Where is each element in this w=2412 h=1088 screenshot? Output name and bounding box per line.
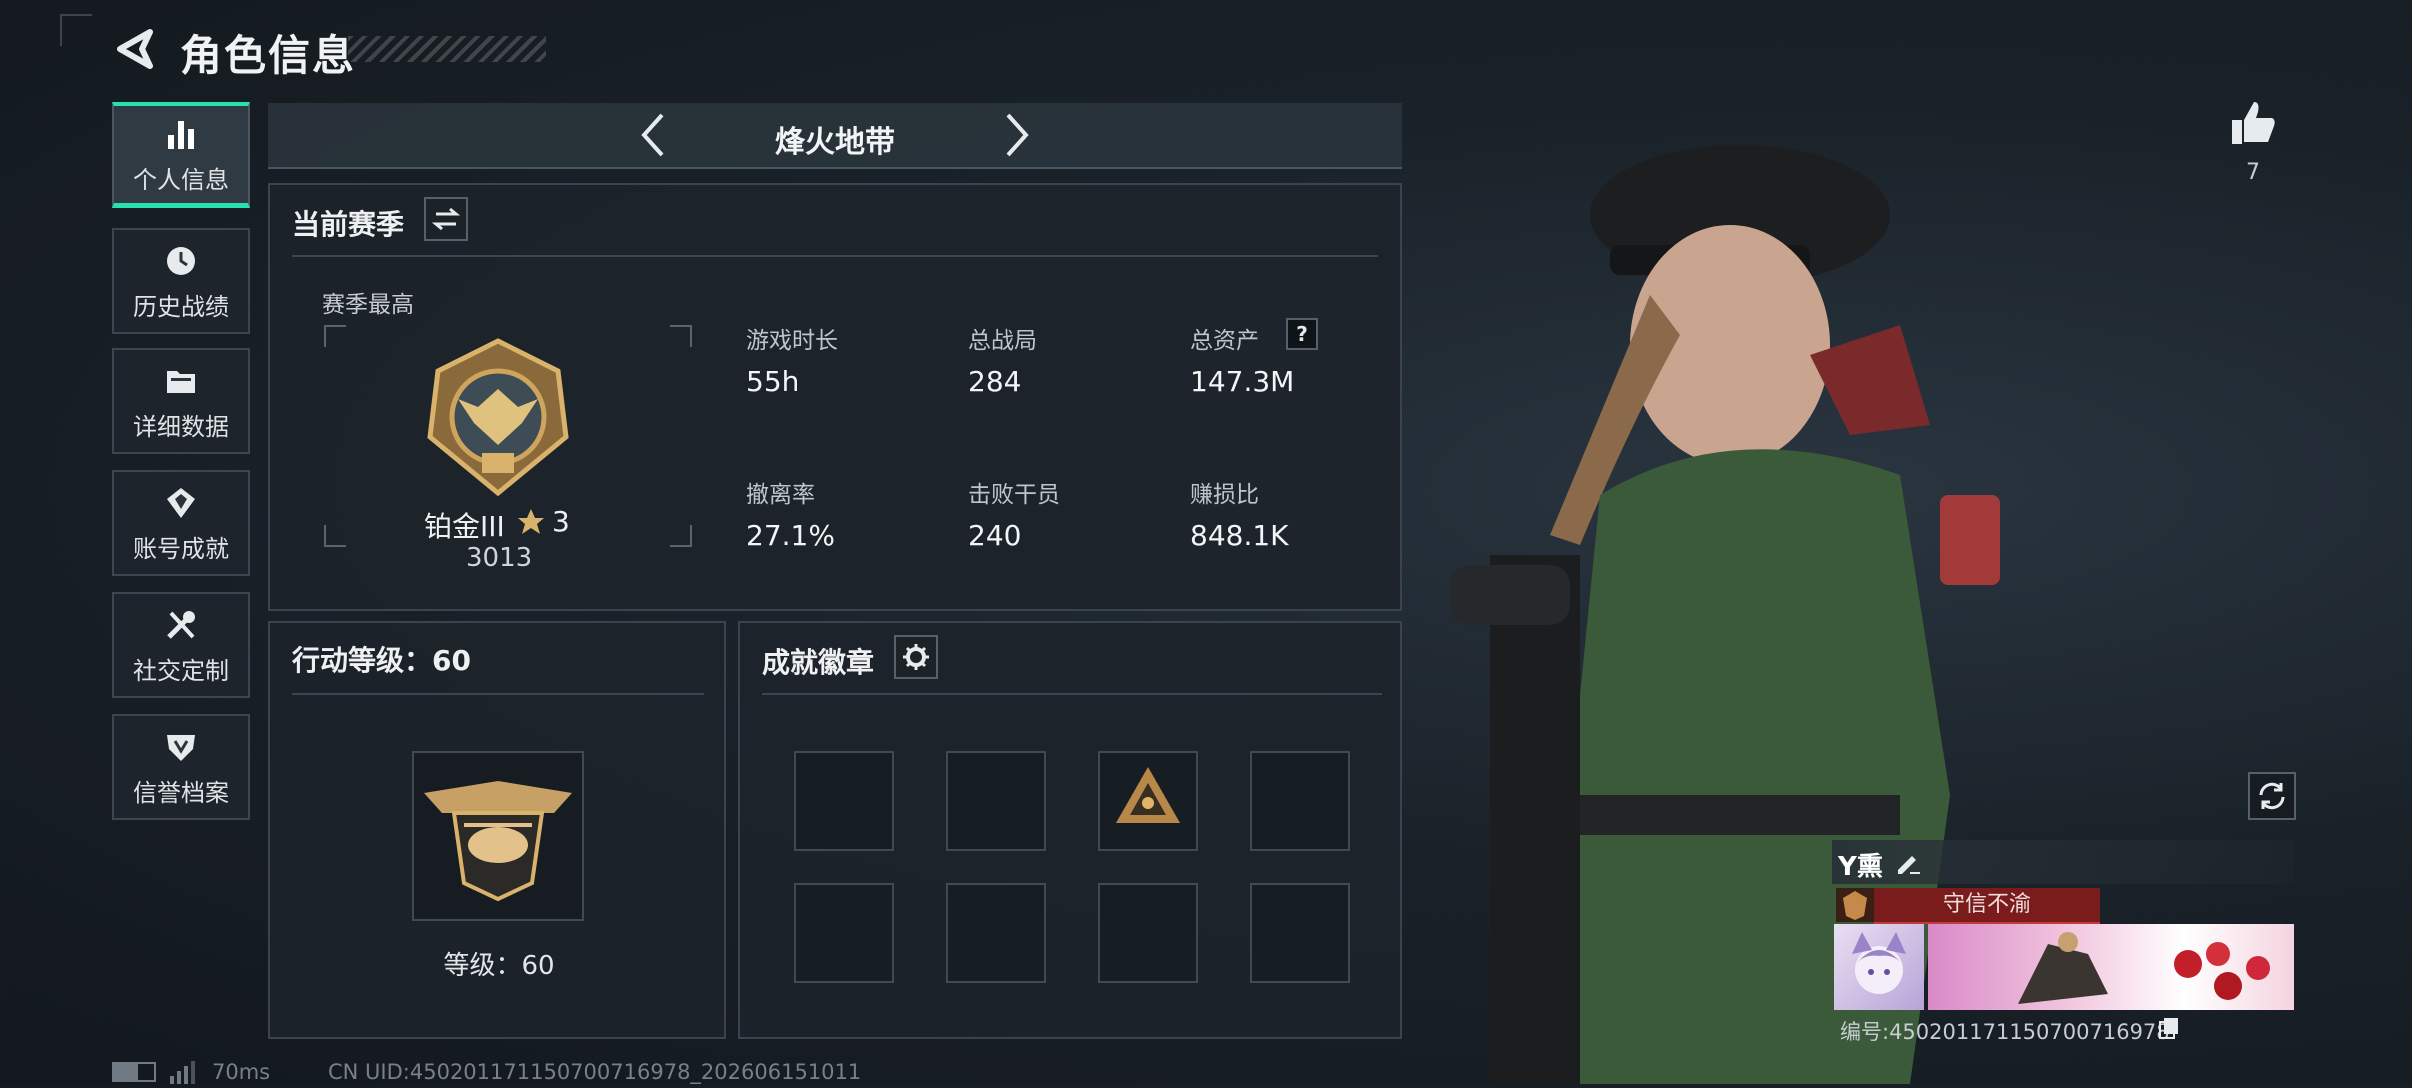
sidebar-item-label: 个人信息 bbox=[133, 166, 229, 194]
uid-text: CN UID:450201171150700716978_20260615101… bbox=[328, 1060, 862, 1084]
title-badge-icon bbox=[1836, 888, 1874, 922]
badge-slot[interactable] bbox=[794, 751, 894, 851]
rank-emblem bbox=[418, 337, 578, 497]
stat-label-profit-ratio: 赚损比 bbox=[1190, 482, 1259, 508]
achievement-badge-icon bbox=[1116, 767, 1180, 823]
sidebar-item-match-history[interactable]: 历史战绩 bbox=[112, 228, 250, 334]
season-best-label: 赛季最高 bbox=[322, 292, 414, 318]
signal-icon bbox=[168, 1060, 196, 1084]
divider bbox=[292, 255, 1378, 257]
badge-slot[interactable] bbox=[794, 883, 894, 983]
sidebar-item-reputation[interactable]: 信誉档案 bbox=[112, 714, 250, 820]
stat-label-total-assets: 总资产 bbox=[1190, 328, 1259, 354]
rank-name: 铂金III bbox=[424, 510, 505, 543]
bar-chart-icon bbox=[161, 114, 201, 154]
reputation-icon bbox=[161, 727, 201, 767]
stat-label-total-matches: 总战局 bbox=[968, 328, 1037, 354]
sidebar-item-label: 历史战绩 bbox=[133, 292, 229, 321]
copy-icon bbox=[2159, 1018, 2178, 1039]
divider bbox=[762, 693, 1382, 695]
frame-corner bbox=[324, 525, 346, 547]
mode-selector: 烽火地带 bbox=[268, 103, 1402, 169]
badge-slot[interactable] bbox=[1098, 751, 1198, 851]
back-button[interactable] bbox=[112, 26, 158, 72]
sidebar-item-detailed-data[interactable]: 详细数据 bbox=[112, 348, 250, 454]
sidebar-item-social-customize[interactable]: 社交定制 bbox=[112, 592, 250, 698]
stat-value-playtime: 55h bbox=[746, 365, 800, 398]
badge-slot[interactable] bbox=[946, 883, 1046, 983]
profile-card: Y熏 守信不渝 编号:450201171150700716978 bbox=[1832, 840, 2294, 1064]
copy-id-button[interactable] bbox=[2158, 1016, 2180, 1040]
avatar-image bbox=[1852, 932, 1906, 994]
star-icon bbox=[516, 507, 546, 537]
frame-corner bbox=[670, 525, 692, 547]
like-button[interactable] bbox=[2228, 98, 2278, 148]
page-title: 角色信息 bbox=[180, 31, 357, 80]
level-panel: 行动等级：60 等级：60 bbox=[268, 621, 726, 1039]
title-decoration bbox=[348, 36, 546, 62]
helicopter-emblem-icon bbox=[424, 781, 572, 902]
tools-icon bbox=[161, 605, 201, 645]
platinum-rank-icon bbox=[427, 338, 569, 497]
sidebar-item-label: 信誉档案 bbox=[133, 778, 229, 807]
next-mode-button[interactable] bbox=[992, 111, 1040, 159]
gear-icon bbox=[903, 644, 929, 670]
badge-slot[interactable] bbox=[1098, 883, 1198, 983]
thumbs-up-icon bbox=[2232, 102, 2275, 144]
stat-value-total-matches: 284 bbox=[968, 365, 1022, 398]
frame-corner bbox=[670, 325, 692, 347]
folder-icon bbox=[161, 361, 201, 401]
sidebar-item-label: 社交定制 bbox=[133, 656, 229, 685]
stat-label-kills: 击败干员 bbox=[968, 482, 1060, 508]
corner-decoration bbox=[60, 14, 92, 46]
chevron-right-icon bbox=[1006, 113, 1029, 157]
edit-name-button[interactable] bbox=[1894, 848, 1922, 876]
badge-slot[interactable] bbox=[946, 751, 1046, 851]
stat-value-kills: 240 bbox=[968, 519, 1022, 552]
refresh-icon bbox=[2259, 782, 2285, 810]
like-count: 7 bbox=[2246, 160, 2260, 185]
season-panel: 当前赛季 赛季最高 铂金III 3 3013 游戏时长 55h 总战局 284 … bbox=[268, 183, 1402, 611]
sidebar-item-personal-info[interactable]: 个人信息 bbox=[112, 102, 250, 208]
badge-slot[interactable] bbox=[1250, 883, 1350, 983]
sidebar-item-label: 详细数据 bbox=[133, 412, 229, 441]
season-title: 当前赛季 bbox=[292, 208, 405, 241]
stat-label-extract-rate: 撤离率 bbox=[746, 482, 815, 508]
mode-label: 烽火地带 bbox=[775, 125, 895, 160]
divider bbox=[292, 693, 704, 695]
back-arrow-icon bbox=[117, 29, 153, 69]
battery-icon bbox=[112, 1062, 156, 1082]
badges-panel: 成就徽章 bbox=[738, 621, 1402, 1039]
banner-artwork bbox=[2018, 932, 2270, 1004]
stat-label-playtime: 游戏时长 bbox=[746, 328, 838, 354]
help-icon[interactable]: ? bbox=[1286, 318, 1318, 350]
achievement-icon bbox=[161, 483, 201, 523]
swap-icon bbox=[432, 207, 460, 231]
badge-slot[interactable] bbox=[1250, 751, 1350, 851]
rank-score: 3013 bbox=[466, 543, 533, 573]
stat-value-total-assets: 147.3M bbox=[1190, 365, 1295, 398]
badges-title: 成就徽章 bbox=[762, 646, 875, 679]
player-name: Y熏 bbox=[1838, 852, 1883, 882]
avatar[interactable] bbox=[1834, 924, 1924, 1010]
stat-value-profit-ratio: 848.1K bbox=[1190, 519, 1289, 552]
rotate-button[interactable] bbox=[2248, 772, 2296, 820]
title-badge: 守信不渝 bbox=[1874, 888, 2100, 924]
badges-settings-button[interactable] bbox=[894, 635, 938, 679]
name-card-banner[interactable] bbox=[1928, 924, 2294, 1010]
sidebar-item-achievements[interactable]: 账号成就 bbox=[112, 470, 250, 576]
level-title: 行动等级：60 bbox=[292, 644, 471, 677]
stat-value-extract-rate: 27.1% bbox=[746, 519, 835, 552]
ping-value: 70ms bbox=[212, 1060, 271, 1084]
season-switch-button[interactable] bbox=[424, 197, 468, 241]
rank-stars: 3 bbox=[552, 505, 570, 538]
sidebar-item-label: 账号成就 bbox=[133, 534, 229, 563]
level-emblem-frame bbox=[412, 751, 584, 921]
history-icon bbox=[161, 241, 201, 281]
frame-corner bbox=[324, 325, 346, 347]
player-id: 编号:450201171150700716978 bbox=[1840, 1020, 2170, 1044]
level-caption: 等级：60 bbox=[443, 951, 555, 981]
pencil-icon bbox=[1898, 856, 1920, 874]
